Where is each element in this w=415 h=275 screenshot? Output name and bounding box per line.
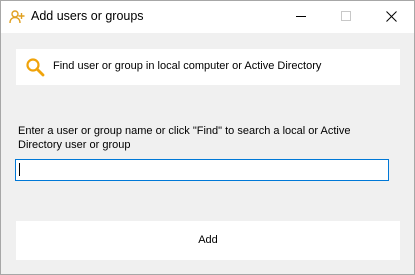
maximize-button[interactable] <box>324 1 369 33</box>
minimize-button[interactable] <box>279 1 324 33</box>
find-user-or-group-button[interactable]: Find user or group in local computer or … <box>16 49 400 85</box>
close-icon <box>386 11 397 22</box>
maximize-icon <box>341 11 351 21</box>
instruction-text: Enter a user or group name or click "Fin… <box>18 125 351 151</box>
add-button[interactable]: Add <box>16 221 400 260</box>
minimize-icon <box>296 16 306 17</box>
find-label: Find user or group in local computer or … <box>53 60 322 72</box>
window-title: Add users or groups <box>31 9 144 23</box>
title-bar[interactable]: Add users or groups <box>1 1 414 33</box>
add-user-icon <box>9 9 25 25</box>
search-icon <box>25 57 45 77</box>
close-button[interactable] <box>369 1 414 33</box>
user-or-group-name-input[interactable] <box>15 159 389 181</box>
add-users-dialog: Add users or groups Find user or group i… <box>0 0 415 275</box>
text-caret <box>19 163 20 176</box>
